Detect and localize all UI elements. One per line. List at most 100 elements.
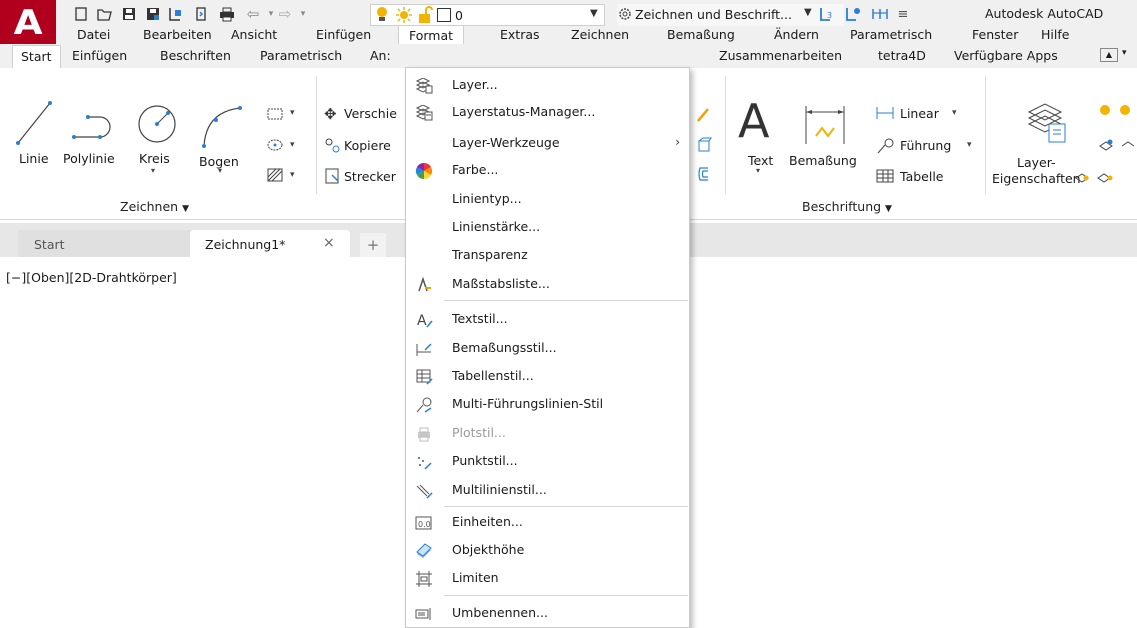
layer-tool-icon[interactable] [1098, 136, 1137, 155]
ellipse-tool-icon[interactable] [266, 138, 284, 155]
stretch-icon[interactable] [324, 167, 342, 188]
menu-format[interactable]: Format [398, 25, 465, 46]
ribbon-tab-einfuegen[interactable]: Einfügen [72, 48, 127, 63]
copy-icon[interactable] [324, 137, 342, 158]
leader-icon[interactable] [875, 137, 895, 158]
menu-einfuegen[interactable]: Einfügen [316, 26, 371, 44]
save-icon[interactable] [120, 5, 138, 23]
menu-extras[interactable]: Extras [500, 26, 540, 44]
menu-item-layer-state[interactable]: Layerstatus-Manager... [406, 99, 690, 126]
leader-label[interactable]: Führung [900, 138, 951, 153]
ribbon-minimize-icon[interactable]: ▲ [1100, 48, 1118, 62]
layer-properties-label-1[interactable]: Layer- [1017, 155, 1056, 170]
panel-title-annotation[interactable]: Beschriftung ▼ [802, 199, 892, 214]
circle-tool-icon[interactable] [136, 103, 178, 148]
new-tab-button[interactable]: + [360, 233, 386, 257]
print-icon[interactable] [218, 5, 236, 23]
table-icon[interactable] [875, 168, 895, 187]
arc-tool-icon[interactable] [196, 100, 246, 153]
close-icon[interactable]: × [323, 235, 335, 251]
menu-item-transparency[interactable]: Transparenz [406, 242, 690, 269]
chevron-down-icon[interactable]: ▾ [290, 140, 295, 150]
menu-item-mleader-style[interactable]: Multi-Führungslinien-Stil [406, 391, 690, 418]
copy-tool-label[interactable]: Kopiere [344, 138, 391, 153]
match-properties-icon[interactable]: 3 [818, 5, 836, 23]
menu-item-table-style[interactable]: Tabellenstil... [406, 363, 690, 390]
menu-fenster[interactable]: Fenster [972, 26, 1018, 44]
ribbon-tab-apps[interactable]: Verfügbare Apps [954, 48, 1058, 63]
line-tool-label[interactable]: Linie [19, 151, 49, 166]
redo-icon[interactable]: ⇨ [276, 5, 294, 23]
menu-item-rename[interactable]: Umbenennen... [406, 600, 690, 627]
linear-dimension-icon[interactable] [875, 105, 895, 124]
menu-item-scale-list[interactable]: Maßstabsliste... [406, 271, 690, 298]
workspace-dropdown[interactable]: Zeichnen und Beschrift... ▼ [617, 4, 844, 26]
redo-dropdown-icon[interactable]: ▾ [294, 5, 312, 23]
linear-label[interactable]: Linear [900, 106, 939, 121]
menu-bearbeiten[interactable]: Bearbeiten [143, 26, 212, 44]
chevron-down-icon[interactable]: ▾ [218, 166, 222, 175]
layer-iso-icon[interactable] [1074, 168, 1137, 187]
menu-item-linetype[interactable]: Linientyp... [406, 186, 690, 213]
menu-item-text-style[interactable]: A Textstil... [406, 306, 690, 333]
publish-icon[interactable] [166, 5, 184, 23]
undo-icon[interactable]: ⇦ [244, 5, 262, 23]
measure-icon[interactable] [870, 5, 888, 23]
menu-aendern[interactable]: Ändern [774, 26, 819, 44]
open-file-icon[interactable] [96, 5, 114, 23]
menu-item-units[interactable]: 0.0 Einheiten... [406, 509, 690, 536]
customize-quick-access-icon[interactable]: ≡ [894, 5, 912, 23]
stretch-tool-label[interactable]: Strecker [344, 169, 396, 184]
chevron-down-icon[interactable]: ▾ [1122, 48, 1127, 58]
rectangle-tool-icon[interactable] [266, 107, 284, 124]
table-label[interactable]: Tabelle [900, 169, 944, 184]
menu-item-dim-style[interactable]: Bemaßungsstil... [406, 335, 690, 362]
menu-item-thickness[interactable]: Objekthöhe [406, 537, 690, 564]
ribbon-tab-beschriften[interactable]: Beschriften [160, 48, 231, 63]
line-tool-icon[interactable] [14, 95, 54, 150]
file-tab-drawing[interactable]: Zeichnung1* × [190, 230, 350, 257]
autocad-logo[interactable]: A [0, 0, 56, 46]
new-file-icon[interactable] [72, 5, 90, 23]
menu-bemassung[interactable]: Bemaßung [667, 26, 735, 44]
menu-item-mline-style[interactable]: Multilinienstil... [406, 477, 690, 504]
hatch-tool-icon[interactable] [266, 167, 284, 186]
menu-datei[interactable]: Datei [77, 26, 110, 44]
ribbon-tab-tetra4d[interactable]: tetra4D [878, 48, 926, 63]
menu-hilfe[interactable]: Hilfe [1041, 26, 1069, 44]
offset-icon[interactable] [696, 165, 710, 186]
move-tool-label[interactable]: Verschie [344, 106, 397, 121]
edit-icon[interactable] [696, 105, 710, 126]
menu-parametrisch[interactable]: Parametrisch [850, 26, 932, 44]
viewport-controls[interactable]: [−][Oben][2D-Drahtkörper] [6, 270, 177, 285]
text-tool-label[interactable]: Text [748, 153, 773, 168]
panel-title-draw[interactable]: Zeichnen ▼ [120, 199, 189, 214]
menu-item-layer-tools[interactable]: Layer-Werkzeuge › [406, 130, 690, 157]
save-as-icon[interactable] [144, 5, 162, 23]
layer-properties-icon[interactable] [1025, 100, 1069, 149]
chevron-down-icon[interactable]: ▾ [952, 108, 957, 118]
menu-item-lineweight[interactable]: Linienstärke... [406, 214, 690, 241]
chevron-down-icon[interactable]: ▾ [290, 170, 295, 180]
chevron-down-icon[interactable]: ▾ [967, 140, 972, 150]
ribbon-tab-start[interactable]: Start [12, 45, 61, 70]
dimension-tool-icon[interactable] [800, 102, 850, 151]
menu-item-point-style[interactable]: Punktstil... [406, 448, 690, 475]
file-tab-start[interactable]: Start [18, 230, 193, 257]
dimension-tool-label[interactable]: Bemaßung [789, 153, 857, 168]
chevron-down-icon[interactable]: ▾ [151, 166, 155, 175]
ribbon-tab-ansicht[interactable]: An: [370, 48, 391, 63]
text-tool-icon[interactable]: A [738, 96, 769, 146]
layer-on-icon[interactable] [1098, 103, 1137, 122]
circle-tool-label[interactable]: Kreis [139, 151, 170, 166]
layer-properties-label-2[interactable]: Eigenschaften [992, 171, 1081, 186]
polyline-tool-icon[interactable] [70, 105, 120, 148]
move-icon[interactable]: ✥ [324, 105, 337, 123]
menu-item-limits[interactable]: Limiten [406, 565, 690, 592]
menu-item-layer[interactable]: Layer... [406, 72, 690, 99]
plot-icon[interactable] [192, 5, 210, 23]
menu-ansicht[interactable]: Ansicht [231, 26, 277, 44]
ribbon-tab-parametrisch[interactable]: Parametrisch [260, 48, 342, 63]
ribbon-tab-zusammenarbeiten[interactable]: Zusammenarbeiten [719, 48, 842, 63]
chevron-down-icon[interactable]: ▾ [290, 108, 295, 118]
